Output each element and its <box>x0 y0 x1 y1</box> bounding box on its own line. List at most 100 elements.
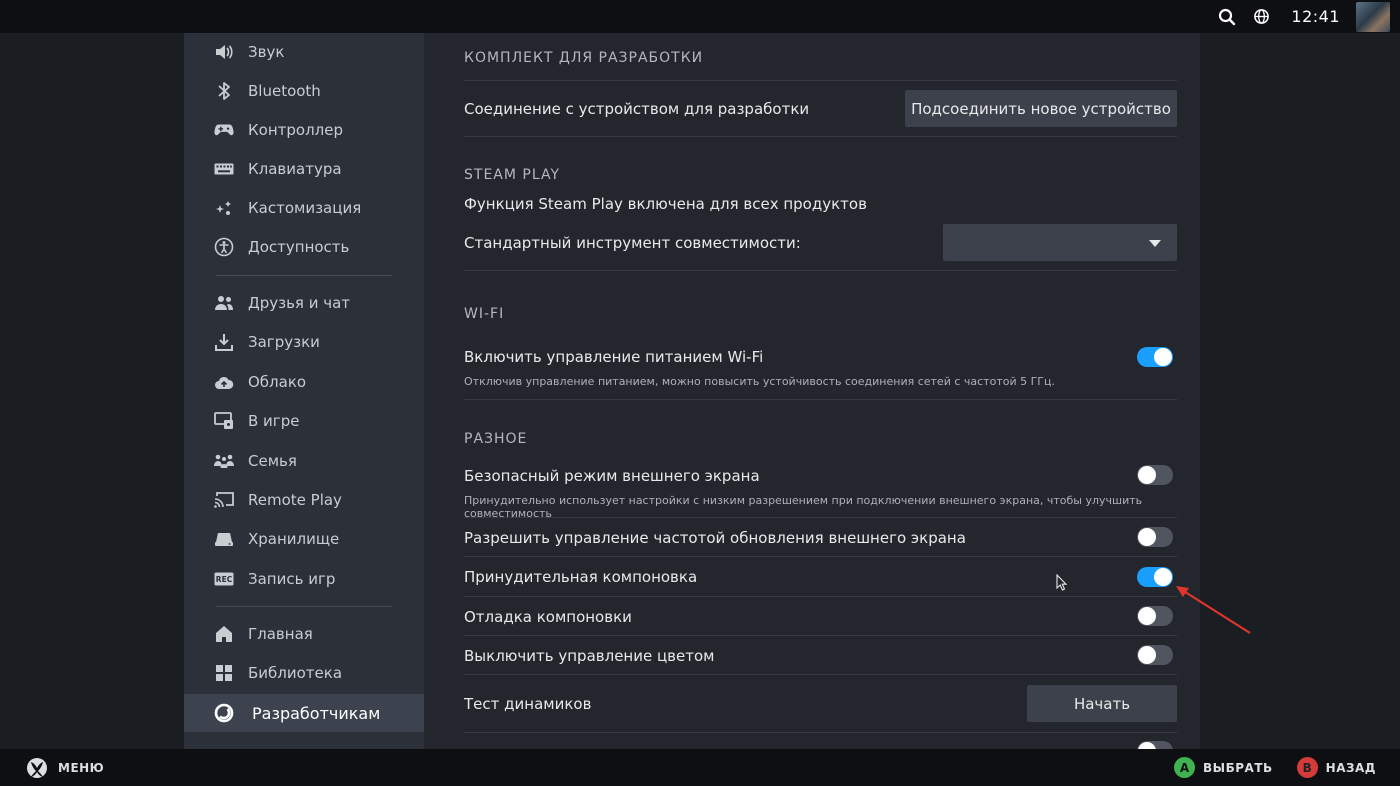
keyboard-icon <box>214 159 234 179</box>
toggle-knob <box>1138 528 1156 546</box>
select-label[interactable]: ВЫБРАТЬ <box>1203 761 1273 775</box>
sidebar-item-accessibility[interactable]: Доступность <box>184 228 424 266</box>
bottom-bar: МЕНЮ A ВЫБРАТЬ B НАЗАД <box>0 749 1400 786</box>
settings-sidebar: Звук Bluetooth Контроллер Клавиатура Кас… <box>184 33 424 749</box>
chevron-down-icon <box>1149 240 1161 247</box>
family-icon <box>214 451 234 471</box>
developer-settings-panel: КОМПЛЕКТ ДЛЯ РАЗРАБОТКИ Соединение с уст… <box>424 33 1200 749</box>
download-icon <box>214 332 234 352</box>
speaker-test-start-button[interactable]: Начать <box>1027 685 1177 722</box>
divider <box>464 517 1177 518</box>
xbox-icon <box>27 758 47 778</box>
toggle-knob <box>1138 607 1156 625</box>
sidebar-item-label: Библиотека <box>248 664 343 682</box>
toggle-knob <box>1154 348 1172 366</box>
button-hints: A ВЫБРАТЬ B НАЗАД <box>1174 757 1376 778</box>
sidebar-item-bluetooth[interactable]: Bluetooth <box>184 72 424 110</box>
sidebar-item-label: Кастомизация <box>248 199 362 217</box>
back-label[interactable]: НАЗАД <box>1326 761 1376 775</box>
sidebar-item-game-recording[interactable]: REC Запись игр <box>184 560 424 598</box>
sidebar-item-label: Разработчикам <box>252 703 381 723</box>
divider <box>464 732 1177 733</box>
left-background <box>0 33 184 749</box>
next-row-toggle[interactable] <box>1137 741 1173 749</box>
sidebar-item-library[interactable]: Библиотека <box>184 654 424 692</box>
section-title-misc: РАЗНОЕ <box>464 431 528 447</box>
sidebar-item-controller[interactable]: Контроллер <box>184 111 424 149</box>
compat-tool-dropdown[interactable] <box>943 224 1177 261</box>
refresh-rate-toggle[interactable] <box>1137 527 1173 547</box>
sidebar-item-keyboard[interactable]: Клавиатура <box>184 150 424 188</box>
sidebar-item-label: Контроллер <box>248 121 343 139</box>
toggle-knob <box>1138 646 1156 664</box>
globe-icon[interactable] <box>1251 7 1271 27</box>
sidebar-item-storage[interactable]: Хранилище <box>184 520 424 558</box>
divider <box>464 80 1177 81</box>
friends-icon <box>214 293 234 313</box>
sidebar-item-developer[interactable]: Разработчикам <box>184 694 424 732</box>
composite-debug-toggle[interactable] <box>1137 606 1173 626</box>
safe-mode-toggle[interactable] <box>1137 465 1173 485</box>
cloud-icon <box>214 372 234 392</box>
sidebar-item-label: Друзья и чат <box>248 294 351 312</box>
speaker-icon <box>214 42 234 62</box>
clock: 12:41 <box>1291 7 1340 26</box>
home-icon <box>214 624 234 644</box>
developer-icon <box>214 703 234 723</box>
connect-new-device-button[interactable]: Подсоединить новое устройство <box>905 90 1177 127</box>
accessibility-icon <box>214 237 234 257</box>
wifi-power-label: Включить управление питанием Wi-Fi <box>464 348 764 366</box>
steam-play-enabled-text: Функция Steam Play включена для всех про… <box>464 195 867 213</box>
sidebar-divider <box>216 275 392 276</box>
sidebar-item-downloads[interactable]: Загрузки <box>184 323 424 361</box>
sidebar-item-label: Запись игр <box>248 570 336 588</box>
menu-hint[interactable]: МЕНЮ <box>26 757 104 779</box>
color-management-toggle[interactable] <box>1137 645 1173 665</box>
toggle-knob <box>1138 466 1156 484</box>
sidebar-item-sound[interactable]: Звук <box>184 33 424 71</box>
divider <box>464 635 1177 636</box>
sidebar-item-label: Облако <box>248 373 307 391</box>
sidebar-item-customization[interactable]: Кастомизация <box>184 189 424 227</box>
force-composite-toggle[interactable] <box>1137 567 1173 587</box>
sidebar-item-label: Семья <box>248 452 297 470</box>
right-background <box>1200 33 1400 749</box>
rec-icon: REC <box>214 569 234 589</box>
sidebar-item-label: Загрузки <box>248 333 320 351</box>
a-button-icon: A <box>1174 757 1196 778</box>
sidebar-item-friends[interactable]: Друзья и чат <box>184 284 424 322</box>
sidebar-item-label: Хранилище <box>248 530 340 548</box>
section-title-devkit: КОМПЛЕКТ ДЛЯ РАЗРАБОТКИ <box>464 50 704 66</box>
sparkle-icon <box>214 198 234 218</box>
wifi-power-toggle[interactable] <box>1137 347 1173 367</box>
sidebar-item-in-game[interactable]: В игре <box>184 402 424 440</box>
menu-label: МЕНЮ <box>58 761 105 775</box>
toggle-knob <box>1138 742 1156 749</box>
sidebar-item-label: Доступность <box>248 238 350 256</box>
storage-icon <box>214 529 234 549</box>
divider <box>464 556 1177 557</box>
remote-play-icon <box>214 490 234 510</box>
sidebar-item-cloud[interactable]: Облако <box>184 363 424 401</box>
speaker-test-label: Тест динамиков <box>464 695 592 713</box>
svg-text:REC: REC <box>216 575 233 584</box>
sidebar-item-label: Главная <box>248 625 313 643</box>
mouse-cursor-icon <box>1056 573 1068 596</box>
divider <box>464 674 1177 675</box>
top-bar: 12:41 <box>0 0 1400 33</box>
sidebar-item-home[interactable]: Главная <box>184 615 424 653</box>
bluetooth-icon <box>214 81 234 101</box>
toggle-knob <box>1154 568 1172 586</box>
composite-debug-label: Отладка компоновки <box>464 608 632 626</box>
sidebar-item-family[interactable]: Семья <box>184 442 424 480</box>
sidebar-item-label: В игре <box>248 412 300 430</box>
sidebar-item-remote-play[interactable]: Remote Play <box>184 481 424 519</box>
sidebar-item-label: Bluetooth <box>248 82 321 100</box>
avatar[interactable] <box>1356 1 1390 32</box>
devkit-connection-label: Соединение с устройством для разработки <box>464 100 810 118</box>
in-game-icon <box>214 411 234 431</box>
section-title-wifi: WI-FI <box>464 306 505 322</box>
gamepad-icon <box>214 120 234 140</box>
color-management-label: Выключить управление цветом <box>464 647 715 665</box>
search-icon[interactable] <box>1217 7 1237 27</box>
